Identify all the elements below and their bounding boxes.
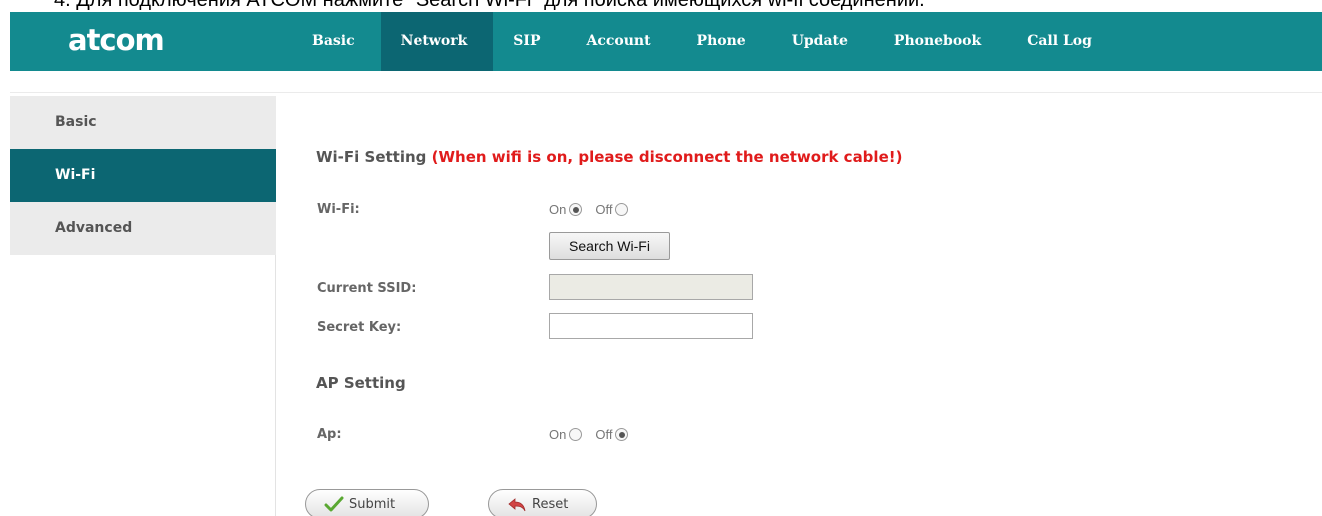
ap-label: Ap: [317, 427, 342, 442]
wifi-setting-heading: Wi-Fi Setting (When wifi is on, please d… [316, 148, 902, 166]
checkmark-icon [324, 496, 344, 512]
wifi-off-radio[interactable] [615, 203, 629, 216]
wifi-on-radio[interactable] [569, 203, 583, 216]
nav-call-log[interactable]: Call Log [1007, 12, 1118, 71]
header-divider [10, 92, 1322, 93]
current-ssid-label: Current SSID: [317, 281, 417, 296]
nav-update[interactable]: Update [772, 12, 874, 71]
ap-off-label: Off [595, 427, 613, 442]
submit-button[interactable]: Submit [305, 489, 429, 516]
nav-network[interactable]: Network [380, 12, 494, 71]
current-ssid-field [549, 274, 753, 300]
ap-off-radio[interactable] [615, 428, 629, 441]
secret-key-input[interactable] [549, 313, 753, 339]
nav-phonebook[interactable]: Phonebook [874, 12, 1007, 71]
wifi-radio-group: On Off [549, 202, 641, 217]
nav-phone[interactable]: Phone [677, 12, 772, 71]
ap-on-radio[interactable] [569, 428, 583, 441]
ap-on-label: On [549, 427, 567, 442]
wifi-on-label: On [549, 202, 567, 217]
main-nav: Basic Network SIP Account Phone Update P… [292, 12, 1118, 71]
top-navigation-bar: atcom Basic Network SIP Account Phone Up… [10, 12, 1322, 71]
undo-arrow-icon [508, 498, 526, 512]
ap-setting-title: AP Setting [316, 374, 406, 392]
search-wifi-button[interactable]: Search Wi-Fi [549, 232, 670, 260]
reset-button[interactable]: Reset [488, 489, 597, 516]
sidebar-item-wifi[interactable]: Wi-Fi [10, 149, 276, 202]
submit-label: Submit [349, 496, 396, 512]
wifi-cable-warning: (When wifi is on, please disconnect the … [431, 148, 903, 166]
document-caption: 4. Для подключения ATCOM нажмите "Search… [54, 0, 925, 11]
ap-radio-group: On Off [549, 427, 641, 442]
main-content: Wi-Fi Setting (When wifi is on, please d… [305, 96, 1308, 516]
wifi-off-label: Off [595, 202, 613, 217]
nav-sip[interactable]: SIP [493, 12, 566, 71]
wifi-setting-title: Wi-Fi Setting [316, 148, 427, 166]
sidebar: Basic Wi-Fi Advanced [10, 96, 276, 516]
atcom-logo: atcom [68, 23, 165, 57]
sidebar-menu: Basic Wi-Fi Advanced [10, 96, 276, 255]
nav-account[interactable]: Account [566, 12, 676, 71]
sidebar-item-advanced[interactable]: Advanced [10, 202, 276, 255]
secret-key-label: Secret Key: [317, 320, 402, 335]
nav-basic[interactable]: Basic [292, 12, 381, 71]
sidebar-item-basic[interactable]: Basic [10, 96, 276, 149]
wifi-label: Wi-Fi: [317, 202, 360, 217]
reset-label: Reset [532, 496, 569, 512]
